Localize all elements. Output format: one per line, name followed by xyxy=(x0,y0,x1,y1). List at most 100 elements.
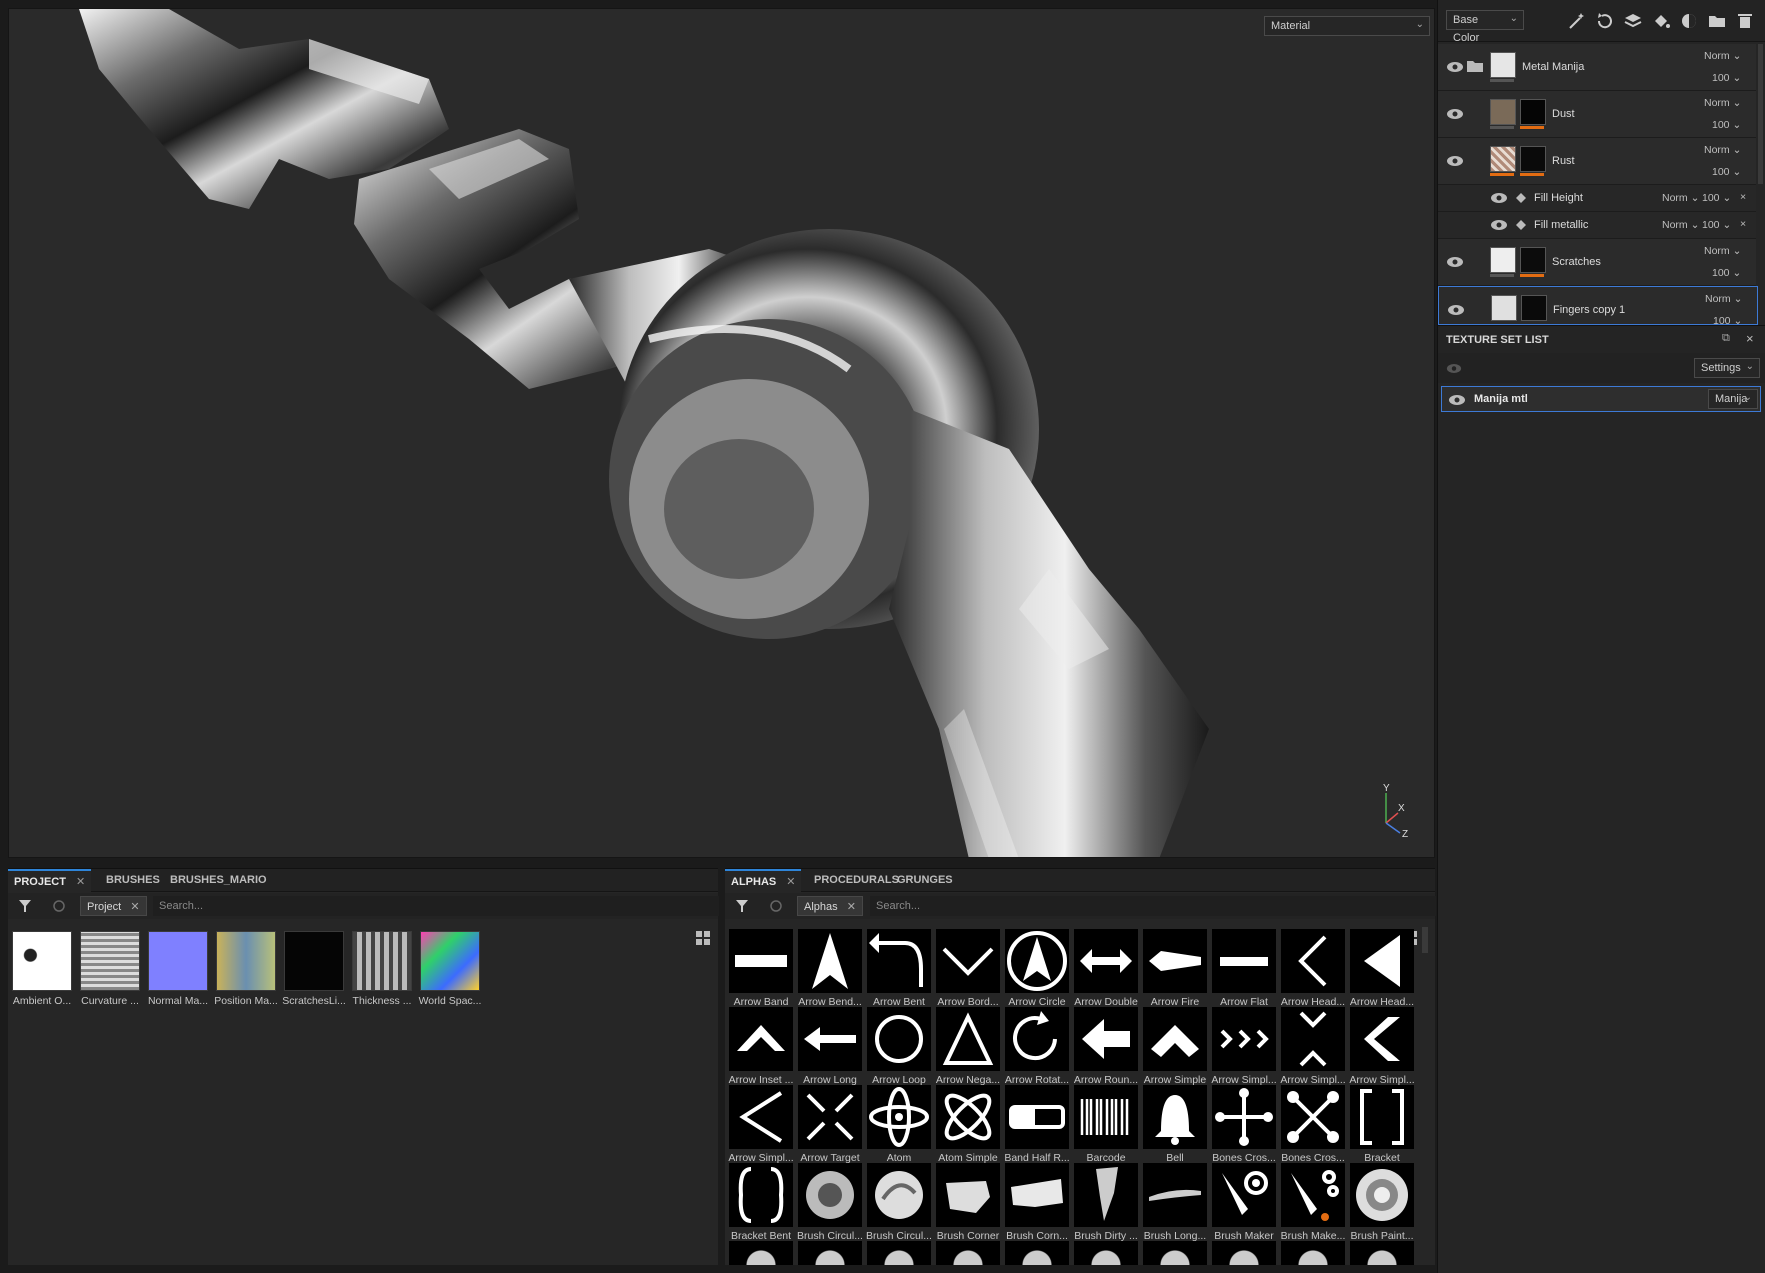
alpha-item[interactable] xyxy=(1350,1163,1414,1227)
alpha-item[interactable] xyxy=(1074,1085,1138,1149)
alpha-item[interactable] xyxy=(1212,1007,1276,1071)
alpha-item[interactable] xyxy=(1281,1085,1345,1149)
eye-icon[interactable] xyxy=(1447,304,1465,316)
alpha-item[interactable] xyxy=(1212,1163,1276,1227)
effect-row-fill-metallic[interactable]: Fill metallic Norm ⌄ 100 ⌄ × xyxy=(1438,212,1756,239)
refresh-icon[interactable] xyxy=(1594,10,1616,32)
blend-mode-dropdown[interactable]: Norm ⌄ xyxy=(1662,192,1699,204)
alpha-item[interactable] xyxy=(1281,1163,1345,1227)
alpha-item[interactable] xyxy=(1143,1163,1207,1227)
search-input[interactable]: Search... xyxy=(153,896,719,916)
alpha-item[interactable] xyxy=(1212,1085,1276,1149)
eye-icon[interactable] xyxy=(1446,155,1464,167)
layer-row-fingers-copy-1[interactable]: Fingers copy 1 Norm ⌄ 100 ⌄ xyxy=(1438,286,1758,325)
opacity-field[interactable]: 100 ⌄ xyxy=(1712,267,1741,279)
alpha-item[interactable] xyxy=(1350,1007,1414,1071)
trash-icon[interactable] xyxy=(1734,10,1756,32)
alpha-item[interactable] xyxy=(1074,1241,1138,1265)
close-icon[interactable]: ✕ xyxy=(76,876,85,888)
alpha-item[interactable] xyxy=(1143,929,1207,993)
alpha-item[interactable] xyxy=(1143,1085,1207,1149)
blend-mode-dropdown[interactable]: Norm ⌄ xyxy=(1704,97,1741,109)
blend-mode-dropdown[interactable]: Norm ⌄ xyxy=(1662,219,1699,231)
tab-alphas[interactable]: ALPHAS ✕ xyxy=(725,869,802,893)
eye-icon[interactable] xyxy=(1446,61,1464,73)
close-icon[interactable]: × xyxy=(1746,331,1754,346)
alpha-item[interactable] xyxy=(867,1241,931,1265)
opacity-field[interactable]: 100 ⌄ xyxy=(1713,315,1742,324)
alpha-item[interactable] xyxy=(1350,1085,1414,1149)
alpha-item[interactable] xyxy=(1005,1163,1069,1227)
opacity-field[interactable]: 100 ⌄ xyxy=(1712,72,1741,84)
alpha-item[interactable] xyxy=(729,1007,793,1071)
texture-set-dropdown[interactable]: Manija ⌄ xyxy=(1708,389,1758,409)
alpha-item[interactable] xyxy=(1005,1085,1069,1149)
close-icon[interactable]: ✕ xyxy=(786,876,795,888)
layer-row-metal-manija[interactable]: Metal Manija Norm ⌄ 100 ⌄ xyxy=(1438,44,1756,91)
alpha-item[interactable] xyxy=(798,1163,862,1227)
eye-icon[interactable] xyxy=(1448,394,1466,406)
material-dropdown[interactable]: Material ⌄ xyxy=(1264,16,1430,36)
opacity-field[interactable]: 100 ⌄ xyxy=(1702,192,1731,204)
alpha-item[interactable] xyxy=(1074,1163,1138,1227)
tab-brushes-mario[interactable]: BRUSHES_MARIO xyxy=(164,869,273,891)
alpha-item[interactable] xyxy=(1074,1007,1138,1071)
tab-project[interactable]: PROJECT ✕ xyxy=(8,869,92,893)
settings-dropdown[interactable]: Settings ⌄ xyxy=(1694,358,1760,378)
opacity-field[interactable]: 100 ⌄ xyxy=(1712,119,1741,131)
close-icon[interactable]: × xyxy=(1740,218,1746,230)
texture-set-row[interactable]: Manija mtl Manija ⌄ xyxy=(1441,386,1761,412)
reset-icon[interactable] xyxy=(52,899,66,913)
add-layer-icon[interactable] xyxy=(1622,10,1644,32)
filter-chip-alphas[interactable]: Alphas ✕ xyxy=(797,896,863,916)
alpha-item[interactable] xyxy=(729,1085,793,1149)
filter-icon[interactable] xyxy=(735,899,749,913)
layer-row-dust[interactable]: Dust Norm ⌄ 100 ⌄ xyxy=(1438,91,1756,138)
alpha-item[interactable] xyxy=(867,929,931,993)
alphas-scrollbar[interactable] xyxy=(1422,927,1428,953)
alpha-item[interactable] xyxy=(798,1241,862,1265)
alpha-item[interactable] xyxy=(867,1007,931,1071)
eye-icon[interactable] xyxy=(1490,219,1508,231)
alpha-item[interactable] xyxy=(1212,929,1276,993)
filter-chip-project[interactable]: Project ✕ xyxy=(80,896,147,916)
layers-scrollbar[interactable] xyxy=(1758,44,1763,184)
close-icon[interactable]: × xyxy=(1740,191,1746,203)
alpha-item[interactable] xyxy=(798,1007,862,1071)
alpha-item[interactable] xyxy=(729,1241,793,1265)
filter-icon[interactable] xyxy=(18,899,32,913)
blend-mode-dropdown[interactable]: Norm ⌄ xyxy=(1704,245,1741,257)
channel-dropdown[interactable]: Base Color ⌄ xyxy=(1446,10,1524,44)
eye-icon[interactable] xyxy=(1446,363,1462,374)
alpha-item[interactable] xyxy=(936,1163,1000,1227)
alpha-item[interactable] xyxy=(798,1085,862,1149)
alpha-item[interactable] xyxy=(1143,1241,1207,1265)
alpha-item[interactable] xyxy=(1074,929,1138,993)
alpha-item[interactable] xyxy=(1005,1241,1069,1265)
close-icon[interactable]: ✕ xyxy=(847,901,856,913)
opacity-field[interactable]: 100 ⌄ xyxy=(1702,219,1731,231)
alpha-item[interactable] xyxy=(867,1085,931,1149)
alpha-item[interactable] xyxy=(1005,1007,1069,1071)
alpha-item[interactable] xyxy=(1350,929,1414,993)
magic-wand-icon[interactable] xyxy=(1566,10,1588,32)
alpha-item[interactable] xyxy=(867,1163,931,1227)
alpha-item[interactable] xyxy=(798,929,862,993)
fill-bucket-icon[interactable] xyxy=(1650,10,1672,32)
undock-icon[interactable]: ⧉ xyxy=(1722,332,1730,345)
search-input[interactable]: Search... xyxy=(870,896,1436,916)
alpha-item[interactable] xyxy=(936,929,1000,993)
alpha-item[interactable] xyxy=(936,1007,1000,1071)
opacity-field[interactable]: 100 ⌄ xyxy=(1712,166,1741,178)
tab-grunges[interactable]: GRUNGES xyxy=(891,869,959,891)
close-icon[interactable]: ✕ xyxy=(130,901,139,913)
alpha-item[interactable] xyxy=(936,1085,1000,1149)
eye-icon[interactable] xyxy=(1490,192,1508,204)
effect-row-fill-height[interactable]: Fill Height Norm ⌄ 100 ⌄ × xyxy=(1438,185,1756,212)
alpha-item[interactable] xyxy=(1005,929,1069,993)
alpha-item[interactable] xyxy=(1281,929,1345,993)
alpha-item[interactable] xyxy=(1212,1241,1276,1265)
eye-icon[interactable] xyxy=(1446,108,1464,120)
blend-mode-dropdown[interactable]: Norm ⌄ xyxy=(1704,50,1741,62)
3d-viewport[interactable]: Material ⌄ Y X Z xyxy=(8,8,1435,858)
